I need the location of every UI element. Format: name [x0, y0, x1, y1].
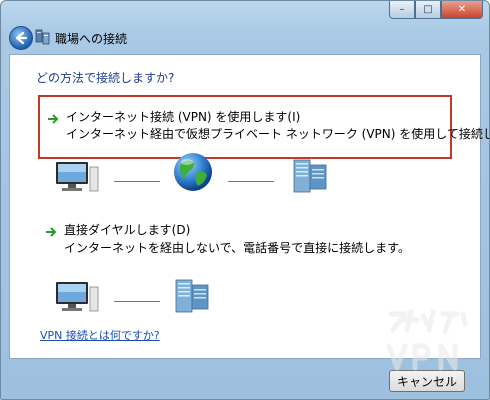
option-direct-dial-description: インターネットを経由しないで、電話番号で直接に接続します。	[64, 241, 410, 255]
maximize-button[interactable]: □	[415, 1, 441, 19]
close-button[interactable]: ✕	[441, 1, 483, 19]
connect-to-workplace-window: – □ ✕ 職場への接続 どの方法で接続しますか? インターネット接続 (VPN…	[0, 0, 490, 400]
green-arrow-icon	[48, 114, 59, 124]
computer-icon	[56, 162, 99, 192]
minimize-button[interactable]: –	[389, 1, 415, 19]
window-title: 職場への接続	[55, 32, 128, 46]
direct-dial-diagram	[54, 277, 234, 317]
globe-icon	[174, 153, 212, 191]
option-direct-dial[interactable]: 直接ダイヤルします(D) インターネットを経由しないで、電話番号で直接に接続しま…	[36, 221, 456, 261]
vpn-help-link[interactable]: VPN 接続とは何ですか?	[40, 327, 160, 343]
computer-icon	[56, 282, 99, 312]
connection-line	[114, 181, 160, 182]
server-icon	[175, 279, 209, 313]
page-heading: どの方法で接続しますか?	[36, 71, 175, 85]
option-vpn[interactable]: インターネット接続 (VPN) を使用します(I) インターネット経由で仮想プラ…	[38, 95, 489, 159]
watermark-logo	[386, 309, 468, 371]
caption-buttons: – □ ✕	[389, 1, 483, 19]
title-bar: – □ ✕ 職場への接続	[1, 1, 489, 51]
option-vpn-title: インターネット接続 (VPN) を使用します(I)	[66, 110, 301, 124]
server-icon	[293, 159, 327, 193]
connection-line	[228, 181, 274, 182]
connection-line	[114, 301, 160, 302]
network-icon	[35, 29, 50, 45]
green-arrow-icon	[46, 227, 57, 237]
option-vpn-description: インターネット経由で仮想プライベート ネットワーク (VPN) を使用して接続し…	[66, 127, 490, 141]
back-arrow-icon	[15, 31, 28, 45]
vpn-diagram	[54, 153, 334, 197]
option-direct-dial-title: 直接ダイヤルします(D)	[64, 223, 191, 237]
back-button[interactable]	[9, 26, 33, 50]
